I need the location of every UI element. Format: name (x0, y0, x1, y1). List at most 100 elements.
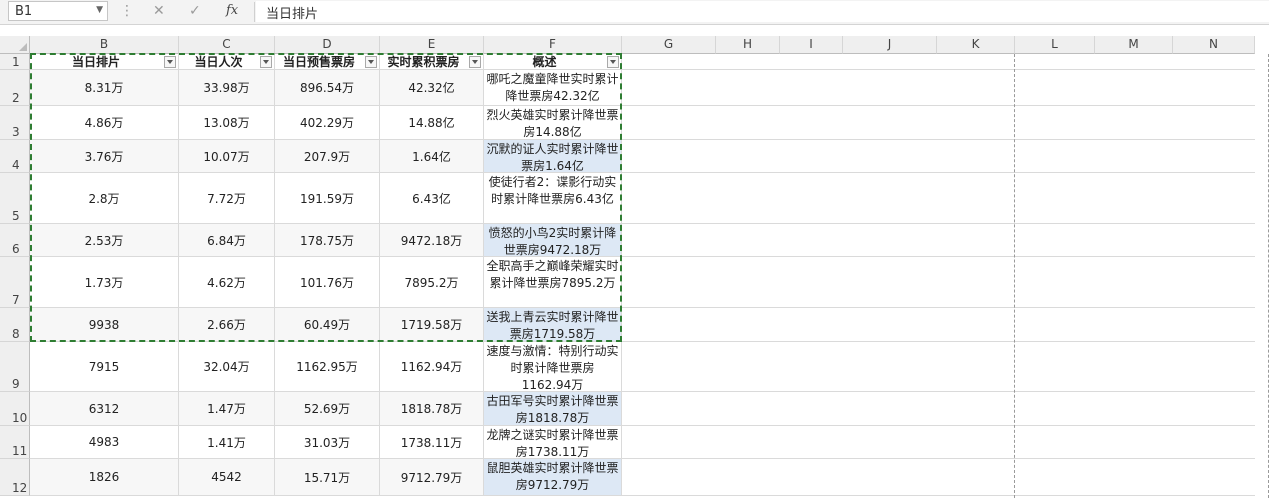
cell-m1[interactable] (1095, 54, 1173, 70)
cell-m3[interactable] (1095, 106, 1173, 140)
cell-h9[interactable] (716, 342, 780, 392)
cell-l11[interactable] (1015, 426, 1095, 459)
row-header-1[interactable]: 1 (0, 54, 30, 70)
cell-g1[interactable] (622, 54, 716, 70)
cell-d11[interactable]: 31.03万 (275, 426, 380, 459)
cell-i6[interactable] (780, 224, 843, 257)
cell-m4[interactable] (1095, 140, 1173, 173)
cell-j7[interactable] (843, 257, 937, 308)
cell-f3[interactable]: 烈火英雄实时累计降世票房14.88亿 (484, 106, 622, 140)
name-box[interactable]: B1 ▼ (8, 1, 108, 21)
cell-k11[interactable] (937, 426, 1015, 459)
cell-c3[interactable]: 13.08万 (179, 106, 275, 140)
cell-f10[interactable]: 古田军号实时累计降世票房1818.78万 (484, 392, 622, 426)
cell-g8[interactable] (622, 308, 716, 342)
cell-g6[interactable] (622, 224, 716, 257)
cell-f2[interactable]: 哪吒之魔童降世实时累计降世票房42.32亿 (484, 70, 622, 106)
cell-b2[interactable]: 8.31万 (30, 70, 179, 106)
cell-l10[interactable] (1015, 392, 1095, 426)
column-header-e[interactable]: E (380, 36, 484, 54)
cell-l9[interactable] (1015, 342, 1095, 392)
column-header-i[interactable]: I (780, 36, 843, 54)
cell-e8[interactable]: 1719.58万 (380, 308, 484, 342)
cell-b1[interactable]: 当日排片 (30, 54, 179, 70)
cell-i11[interactable] (780, 426, 843, 459)
cell-m12[interactable] (1095, 459, 1173, 496)
cell-i7[interactable] (780, 257, 843, 308)
cell-b7[interactable]: 1.73万 (30, 257, 179, 308)
cell-e6[interactable]: 9472.18万 (380, 224, 484, 257)
cell-l4[interactable] (1015, 140, 1095, 173)
row-header-9[interactable]: 9 (0, 342, 30, 392)
cell-g12[interactable] (622, 459, 716, 496)
column-header-j[interactable]: J (843, 36, 937, 54)
cell-k7[interactable] (937, 257, 1015, 308)
cell-h4[interactable] (716, 140, 780, 173)
cell-d3[interactable]: 402.29万 (275, 106, 380, 140)
filter-dropdown-icon[interactable] (607, 56, 619, 68)
cell-m8[interactable] (1095, 308, 1173, 342)
cell-j8[interactable] (843, 308, 937, 342)
cell-f6[interactable]: 愤怒的小鸟2实时累计降世票房9472.18万 (484, 224, 622, 257)
cell-k5[interactable] (937, 173, 1015, 224)
cell-i9[interactable] (780, 342, 843, 392)
cell-e10[interactable]: 1818.78万 (380, 392, 484, 426)
cell-i10[interactable] (780, 392, 843, 426)
cell-e12[interactable]: 9712.79万 (380, 459, 484, 496)
cell-n8[interactable] (1173, 308, 1255, 342)
cell-c7[interactable]: 4.62万 (179, 257, 275, 308)
cell-e11[interactable]: 1738.11万 (380, 426, 484, 459)
cell-m9[interactable] (1095, 342, 1173, 392)
cell-g5[interactable] (622, 173, 716, 224)
cell-i4[interactable] (780, 140, 843, 173)
cell-h8[interactable] (716, 308, 780, 342)
filter-dropdown-icon[interactable] (365, 56, 377, 68)
cell-d6[interactable]: 178.75万 (275, 224, 380, 257)
cell-i12[interactable] (780, 459, 843, 496)
cell-j2[interactable] (843, 70, 937, 106)
cell-k3[interactable] (937, 106, 1015, 140)
cell-m6[interactable] (1095, 224, 1173, 257)
filter-dropdown-icon[interactable] (469, 56, 481, 68)
cell-g3[interactable] (622, 106, 716, 140)
cell-j9[interactable] (843, 342, 937, 392)
cell-l7[interactable] (1015, 257, 1095, 308)
column-header-l[interactable]: L (1015, 36, 1095, 54)
cell-n7[interactable] (1173, 257, 1255, 308)
cell-k1[interactable] (937, 54, 1015, 70)
cell-l1[interactable] (1015, 54, 1095, 70)
column-header-k[interactable]: K (937, 36, 1015, 54)
cell-f11[interactable]: 龙牌之谜实时累计降世票房1738.11万 (484, 426, 622, 459)
row-header-11[interactable]: 11 (0, 426, 30, 459)
column-header-f[interactable]: F (484, 36, 622, 54)
cell-i1[interactable] (780, 54, 843, 70)
cell-f1[interactable]: 概述 (484, 54, 622, 70)
confirm-icon[interactable]: ✓ (189, 3, 201, 19)
cell-b11[interactable]: 4983 (30, 426, 179, 459)
cell-b9[interactable]: 7915 (30, 342, 179, 392)
cell-j4[interactable] (843, 140, 937, 173)
cell-b6[interactable]: 2.53万 (30, 224, 179, 257)
cell-c12[interactable]: 4542 (179, 459, 275, 496)
cell-h5[interactable] (716, 173, 780, 224)
cell-e4[interactable]: 1.64亿 (380, 140, 484, 173)
cell-b3[interactable]: 4.86万 (30, 106, 179, 140)
cell-g10[interactable] (622, 392, 716, 426)
cell-d12[interactable]: 15.71万 (275, 459, 380, 496)
cell-n12[interactable] (1173, 459, 1255, 496)
cell-c5[interactable]: 7.72万 (179, 173, 275, 224)
cell-n2[interactable] (1173, 70, 1255, 106)
row-header-5[interactable]: 5 (0, 173, 30, 224)
cell-c9[interactable]: 32.04万 (179, 342, 275, 392)
cell-g7[interactable] (622, 257, 716, 308)
cell-h7[interactable] (716, 257, 780, 308)
cell-f12[interactable]: 鼠胆英雄实时累计降世票房9712.79万 (484, 459, 622, 496)
cell-m10[interactable] (1095, 392, 1173, 426)
cell-g2[interactable] (622, 70, 716, 106)
cell-g11[interactable] (622, 426, 716, 459)
cell-k9[interactable] (937, 342, 1015, 392)
cell-j10[interactable] (843, 392, 937, 426)
cell-d9[interactable]: 1162.95万 (275, 342, 380, 392)
cell-m2[interactable] (1095, 70, 1173, 106)
cancel-icon[interactable]: ✕ (153, 3, 165, 19)
